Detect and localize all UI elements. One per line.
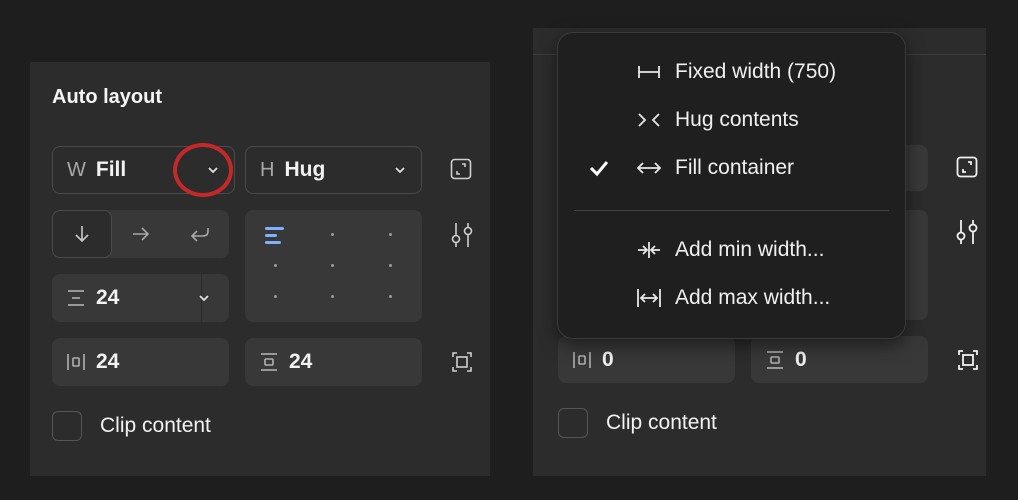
vertical-direction-button[interactable]	[52, 210, 112, 258]
align-top-left-icon[interactable]	[265, 224, 287, 246]
resize-to-fit-icon[interactable]	[956, 156, 978, 178]
checkmark-icon	[589, 161, 609, 177]
clip-content-label: Clip content	[100, 414, 211, 437]
clip-content-checkbox[interactable]	[558, 408, 588, 438]
height-prefix: H	[260, 158, 275, 181]
menu-item-min-width[interactable]: Add min width...	[558, 228, 905, 272]
menu-item-fixed-width[interactable]: Fixed width (750)	[558, 50, 905, 94]
menu-item-label: Hug contents	[675, 108, 799, 131]
horizontal-padding-icon	[67, 354, 85, 370]
align-dot[interactable]	[331, 233, 334, 236]
horizontal-padding-value: 0	[602, 347, 614, 371]
align-dot[interactable]	[331, 295, 334, 298]
section-title: Auto layout	[52, 86, 162, 108]
fill-container-icon	[636, 162, 662, 174]
highlight-circle	[173, 143, 233, 197]
arrow-down-icon	[75, 226, 89, 243]
direction-segmented-control	[52, 210, 229, 258]
gap-value: 24	[96, 286, 120, 309]
menu-item-max-width[interactable]: Add max width...	[558, 276, 905, 320]
hug-contents-icon	[638, 113, 660, 127]
horizontal-padding-icon	[573, 351, 591, 368]
chevron-down-icon[interactable]	[197, 293, 211, 303]
wrap-icon	[190, 228, 209, 242]
clip-content-checkbox[interactable]	[52, 411, 82, 441]
menu-item-label: Add min width...	[675, 238, 825, 261]
advanced-settings-icon[interactable]	[450, 222, 474, 248]
menu-separator	[574, 210, 889, 211]
min-width-icon	[638, 242, 660, 258]
clip-content-label: Clip content	[606, 411, 717, 434]
max-width-icon	[637, 289, 661, 307]
advanced-settings-icon[interactable]	[955, 219, 979, 245]
height-value: Hug	[284, 158, 326, 181]
vertical-padding-value: 24	[289, 350, 313, 373]
align-dot[interactable]	[331, 264, 334, 267]
align-dot[interactable]	[274, 264, 277, 267]
chevron-down-icon[interactable]	[393, 165, 407, 175]
arrow-right-icon	[133, 227, 150, 241]
auto-layout-panel: Auto layout W Fill H Hug 24 24 24 Clip c…	[30, 62, 490, 476]
vertical-padding-icon	[261, 353, 277, 371]
horizontal-direction-button[interactable]	[112, 210, 170, 258]
horizontal-padding-value: 24	[96, 350, 120, 373]
vertical-padding-field[interactable]: 0	[751, 336, 928, 383]
width-prefix: W	[67, 158, 86, 181]
vertical-padding-field[interactable]: 24	[245, 338, 422, 386]
align-dot[interactable]	[274, 295, 277, 298]
menu-item-hug-contents[interactable]: Hug contents	[558, 98, 905, 142]
align-dot[interactable]	[389, 233, 392, 236]
fixed-width-icon	[638, 66, 660, 78]
width-value: Fill	[95, 158, 127, 181]
vertical-padding-icon	[767, 350, 783, 369]
wrap-direction-button[interactable]	[170, 210, 229, 258]
menu-item-label: Fixed width (750)	[675, 60, 837, 83]
gap-icon	[68, 290, 84, 306]
align-dot[interactable]	[389, 295, 392, 298]
alignment-grid[interactable]	[245, 210, 422, 322]
menu-item-label: Add max width...	[675, 286, 831, 309]
menu-item-label: Fill container	[675, 156, 795, 179]
horizontal-padding-field[interactable]: 24	[52, 338, 229, 386]
horizontal-padding-field[interactable]: 0	[558, 336, 735, 383]
vertical-padding-value: 0	[795, 347, 807, 371]
menu-item-fill-container[interactable]: Fill container	[558, 146, 905, 190]
gap-field[interactable]: 24	[52, 274, 229, 322]
individual-padding-icon[interactable]	[451, 351, 473, 373]
align-dot[interactable]	[389, 264, 392, 267]
height-dropdown[interactable]: H Hug	[245, 146, 422, 194]
resize-to-fit-icon[interactable]	[450, 158, 472, 180]
width-sizing-menu: Fixed width (750) Hug contents Fill cont…	[557, 32, 906, 339]
individual-padding-icon[interactable]	[957, 349, 979, 371]
